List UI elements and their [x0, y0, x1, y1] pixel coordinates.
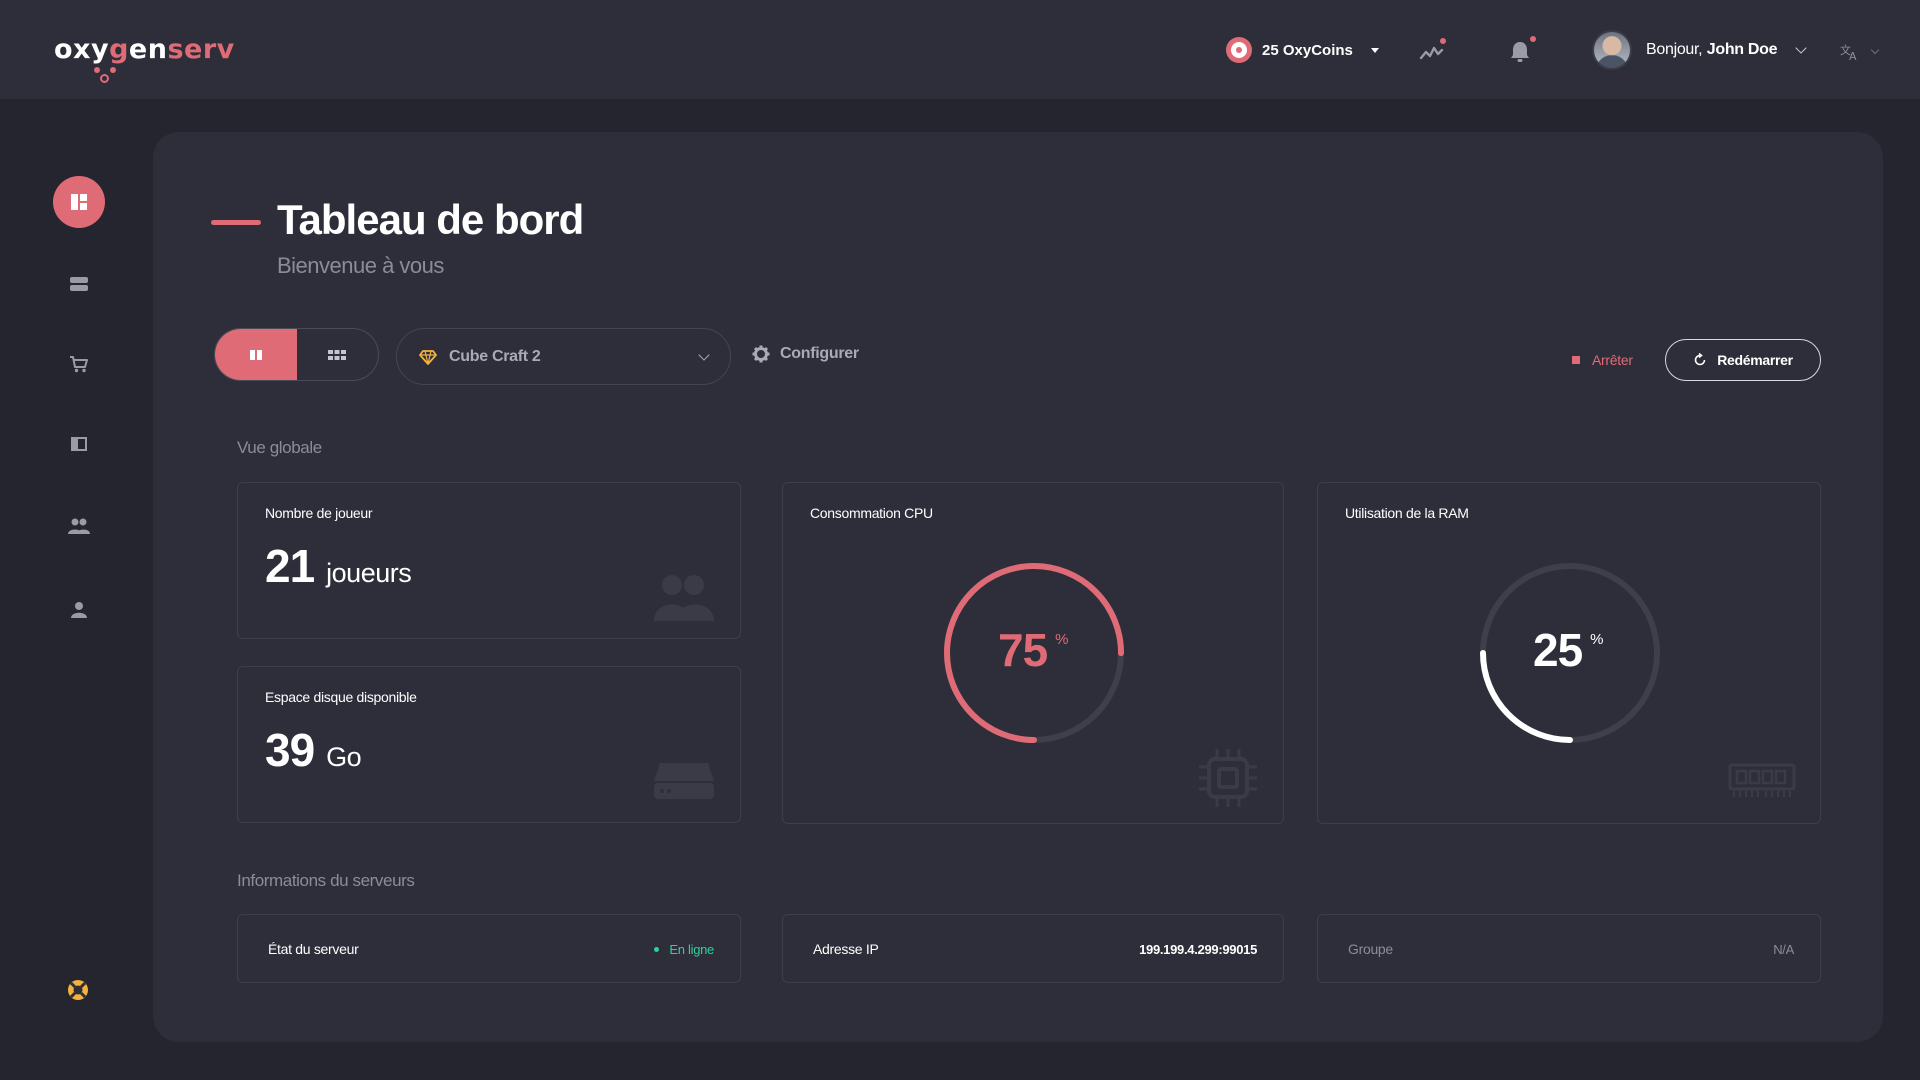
title-accent [211, 220, 261, 225]
restart-button[interactable]: Redémarrer [1665, 339, 1821, 381]
group-label: Groupe [1348, 941, 1393, 957]
ip-value[interactable]: 199.199.4.299:99015 [1139, 942, 1257, 957]
view-toggle [214, 328, 379, 381]
greeting: Bonjour, [1646, 41, 1703, 58]
ram-percent: 25 [1533, 624, 1583, 676]
cpu-value: 75 % [998, 623, 1069, 677]
logo-dot [110, 67, 116, 73]
hard-drive-icon [654, 763, 714, 799]
players-count: 21 [265, 540, 315, 592]
user-name: John Doe [1706, 41, 1778, 58]
players-stat: 21 joueurs [265, 539, 412, 593]
sidebar-item-dashboard[interactable] [53, 176, 105, 228]
configure-label: Configurer [780, 345, 859, 362]
disk-stat: 39 Go [265, 723, 362, 777]
group-card: Groupe N/A [1317, 914, 1821, 983]
sidebar-item-shop[interactable] [53, 338, 105, 390]
page-subtitle: Bienvenue à vous [277, 253, 444, 278]
ip-address-card: Adresse IP 199.199.4.299:99015 [782, 914, 1284, 983]
chevron-down-icon [1870, 45, 1880, 55]
view-grid-button[interactable] [297, 329, 379, 380]
svg-text:A: A [1849, 50, 1857, 62]
coin-icon [1226, 37, 1252, 63]
players-unit: joueurs [326, 558, 412, 588]
online-dot [654, 947, 660, 952]
cpu-percent-unit: % [1055, 631, 1068, 648]
group-value: N/A [1773, 942, 1794, 957]
server-status-card: État du serveur En ligne [237, 914, 741, 983]
avatar [1592, 30, 1632, 70]
overview-section-label: Vue globale [237, 438, 322, 457]
lifebuoy-icon [68, 980, 88, 1000]
restart-label: Redémarrer [1717, 352, 1793, 368]
cpu-chip-icon [1199, 749, 1257, 807]
page-title: Tableau de bord [277, 196, 584, 243]
logo-part: g [109, 34, 129, 65]
activity-icon[interactable] [1418, 38, 1446, 66]
disk-card: Espace disque disponible 39 Go [237, 666, 741, 823]
sidebar-item-docs[interactable] [53, 418, 105, 470]
chevron-down-icon [698, 348, 710, 361]
sidebar-item-team[interactable] [53, 500, 105, 552]
logo-part: serv [167, 34, 235, 65]
disk-value: 39 [265, 724, 315, 776]
status-badge: En ligne [654, 942, 714, 957]
sidebar-item-account[interactable] [53, 584, 105, 636]
status-label: État du serveur [268, 941, 359, 957]
cpu-percent: 75 [998, 624, 1048, 676]
ram-percent-unit: % [1590, 631, 1603, 648]
translate-icon: 文 A [1840, 43, 1857, 62]
coins-balance[interactable]: 25 OxyCoins [1226, 36, 1379, 64]
logo-part: en [128, 34, 168, 65]
columns-icon [249, 349, 262, 360]
book-icon [71, 437, 87, 451]
brand-logo[interactable]: oxygenserv [54, 34, 235, 83]
cart-icon [70, 356, 88, 373]
notification-dot [1440, 38, 1446, 44]
selected-server-label: Cube Craft 2 [449, 347, 541, 365]
bell-icon[interactable] [1506, 36, 1536, 66]
card-title: Espace disque disponible [265, 689, 417, 705]
logo-dot [94, 67, 100, 73]
cpu-card: Consommation CPU 75 % [782, 482, 1284, 824]
coins-label: 25 OxyCoins [1262, 41, 1353, 59]
stop-icon [1572, 356, 1580, 364]
user-icon [71, 602, 87, 618]
card-title: Nombre de joueur [265, 505, 373, 521]
ram-card: Utilisation de la RAM 25 % [1317, 482, 1821, 824]
players-card: Nombre de joueur 21 joueurs [237, 482, 741, 639]
status-value: En ligne [669, 942, 714, 957]
dashboard-icon [71, 194, 87, 210]
user-menu[interactable]: Bonjour, John Doe [1592, 30, 1807, 70]
logo-dot [100, 74, 109, 83]
refresh-icon [1694, 353, 1706, 366]
stop-button[interactable]: Arrêter [1572, 352, 1633, 368]
chevron-down-icon [1795, 42, 1807, 54]
diamond-icon [419, 349, 437, 365]
logo-part: oxy [54, 34, 110, 65]
language-selector[interactable]: 文 A [1840, 42, 1880, 62]
notification-dot [1530, 36, 1536, 42]
stop-label: Arrêter [1592, 352, 1633, 368]
disk-unit: Go [326, 742, 362, 772]
server-selector[interactable]: Cube Craft 2 [396, 328, 731, 385]
users-icon [68, 518, 90, 534]
ram-value: 25 % [1533, 623, 1604, 677]
support-button[interactable] [66, 978, 90, 1002]
gear-icon [752, 345, 770, 363]
sidebar-item-servers[interactable] [53, 258, 105, 310]
server-icon [70, 277, 88, 291]
top-bar: oxygenserv 25 OxyCoins Bonjour, John Doe… [0, 0, 1920, 99]
server-info-section-label: Informations du serveurs [237, 871, 415, 890]
users-icon [654, 575, 714, 621]
configure-button[interactable]: Configurer [752, 345, 859, 363]
view-compact-button[interactable] [215, 329, 297, 380]
ram-module-icon [1728, 763, 1796, 797]
caret-down-icon [1370, 47, 1379, 53]
grid-icon [328, 349, 347, 360]
ip-label: Adresse IP [813, 941, 879, 957]
